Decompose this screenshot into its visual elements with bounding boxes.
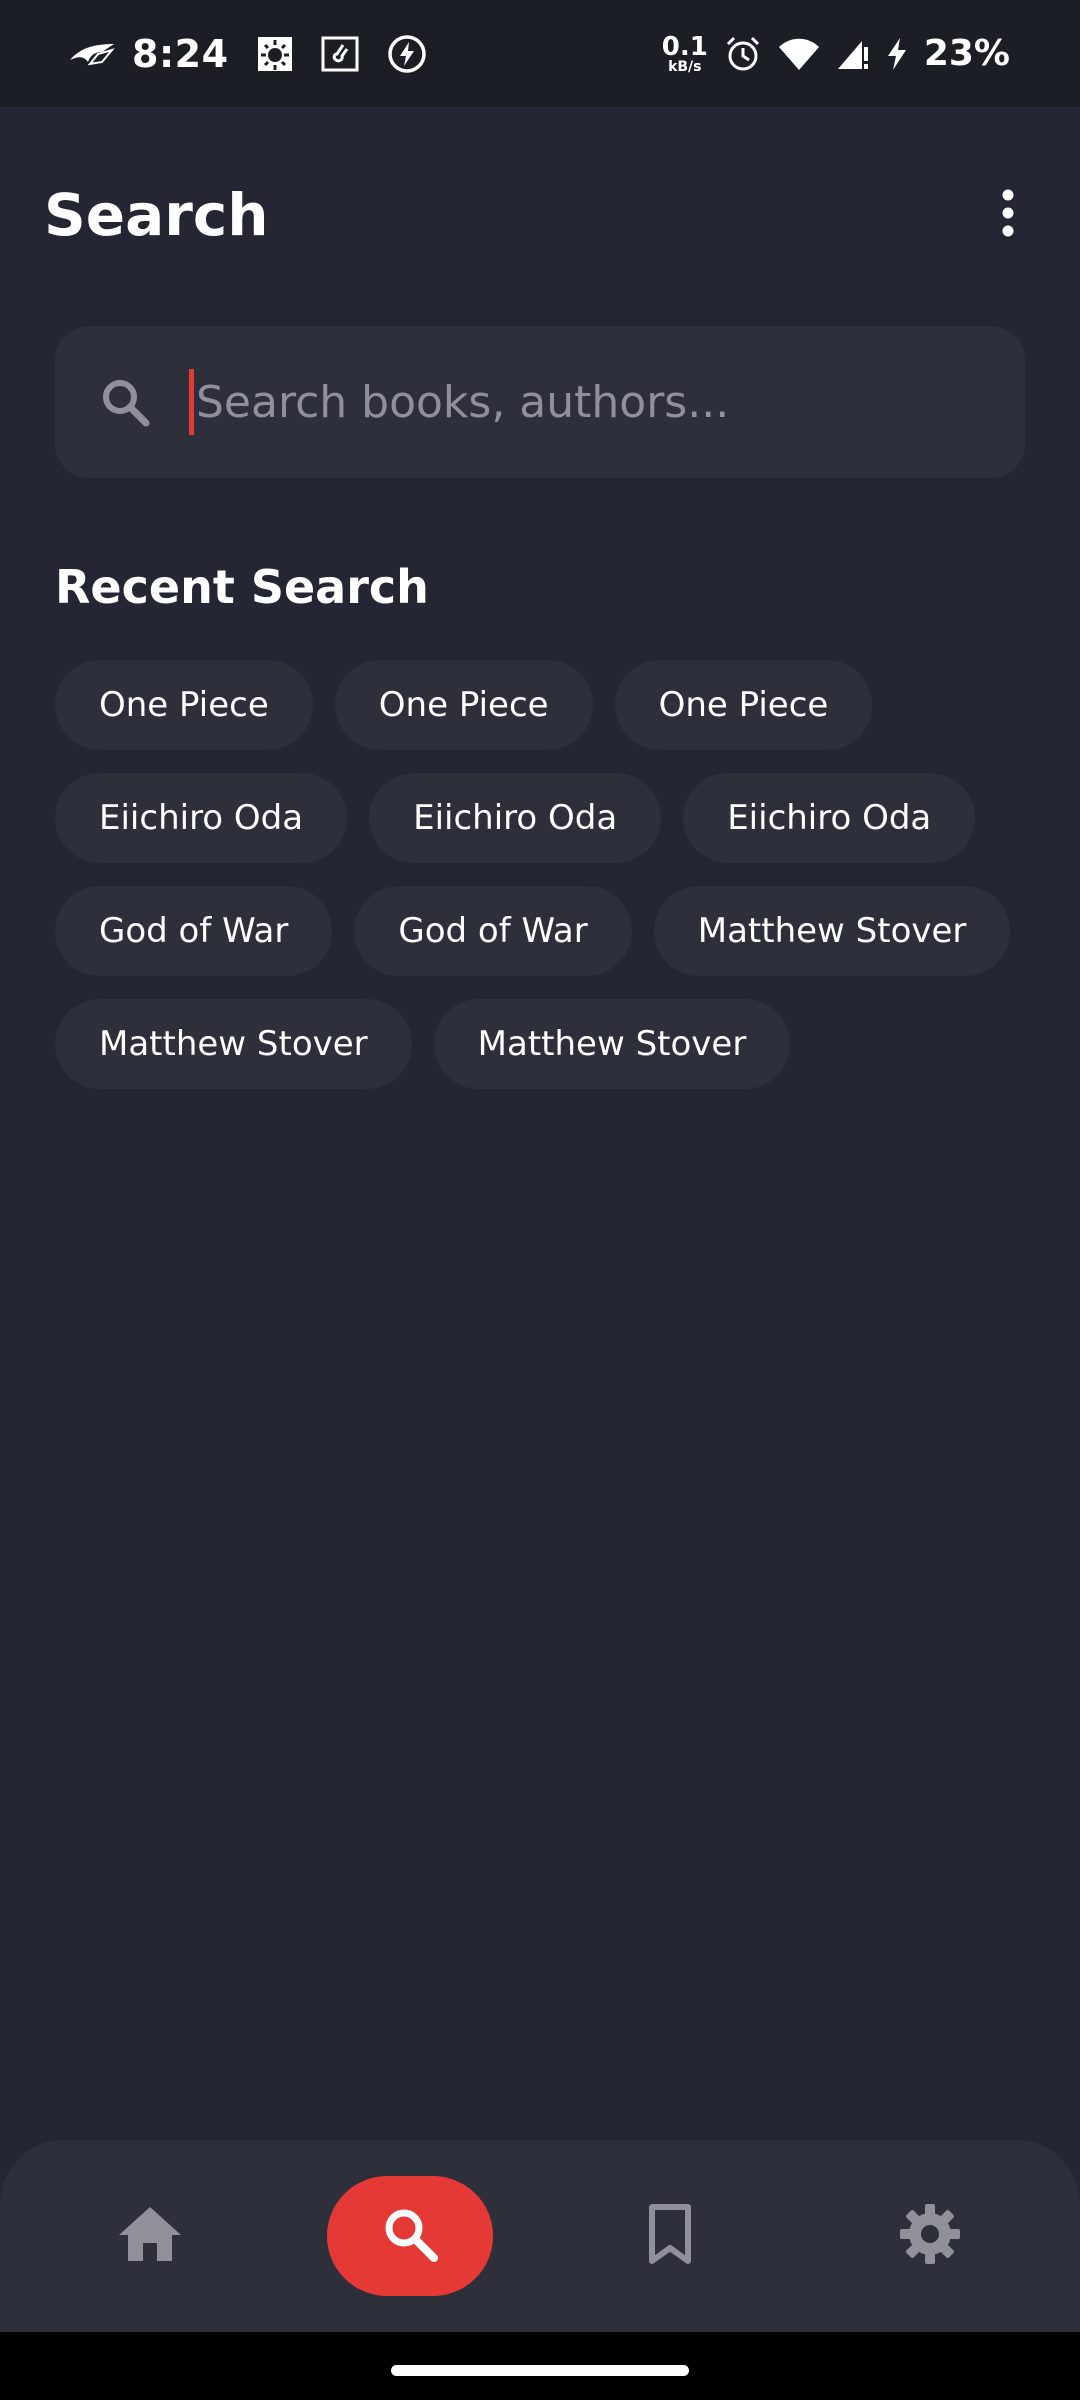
search-bar[interactable] [55,326,1025,478]
more-vertical-icon [1000,189,1016,241]
recent-search-chip[interactable]: Eiichiro Oda [55,773,348,863]
status-bar: 8:24 0.1 kB/s 23% [0,0,1080,107]
nav-settings[interactable] [847,2176,1013,2296]
battery-percentage: 23% [923,33,1010,74]
recent-search-chip[interactable]: God of War [354,886,632,976]
search-icon [93,370,157,434]
nav-home[interactable] [67,2176,233,2296]
recent-search-chip[interactable]: One Piece [334,660,593,750]
recent-search-list: One Piece One Piece One Piece Eiichiro O… [55,660,1040,1089]
status-bar-right: 0.1 kB/s 23% [662,33,1010,74]
status-time: 8:24 [132,31,229,76]
gesture-handle[interactable] [391,2364,689,2376]
recent-search-chip[interactable]: Eiichiro Oda [683,773,976,863]
nav-bookmarks[interactable] [587,2176,753,2296]
wifi-icon [778,37,820,71]
bottom-navigation [0,2140,1080,2332]
recent-search-chip[interactable]: Matthew Stover [653,886,1011,976]
network-speed-unit: kB/s [668,58,702,75]
bookmark-icon [647,2203,693,2269]
recent-search-chip[interactable]: One Piece [614,660,873,750]
recent-search-chip[interactable]: Matthew Stover [55,999,412,1089]
page-title: Search [44,181,269,249]
flash-notification-icon [387,34,427,74]
network-speed: 0.1 kB/s [662,34,708,74]
recent-search-chip[interactable]: Eiichiro Oda [369,773,662,863]
recent-search-title: Recent Search [55,560,429,614]
more-options-button[interactable] [978,170,1038,260]
home-icon [117,2205,183,2267]
app-screen: 8:24 0.1 kB/s 23% Search Search books, a… [0,0,1080,2400]
recent-search-chip[interactable]: One Piece [55,660,313,750]
sun-notification-icon [257,36,293,72]
settings-icon [898,2202,962,2270]
system-gesture-area [0,2332,1080,2400]
rog-logo-icon [68,40,116,68]
recent-search-chip[interactable]: Matthew Stover [433,999,791,1089]
status-bar-left: 8:24 [68,32,427,76]
search-input[interactable] [196,376,1025,428]
nav-search[interactable] [327,2176,493,2296]
search-icon [381,2205,439,2267]
app-header: Search [0,150,1080,280]
alarm-icon [724,35,762,73]
charging-icon [886,37,908,71]
text-cursor [189,369,194,435]
music-notification-icon [321,36,359,72]
recent-search-chip[interactable]: God of War [55,886,333,976]
signal-icon [836,37,870,71]
network-speed-value: 0.1 [661,31,708,62]
